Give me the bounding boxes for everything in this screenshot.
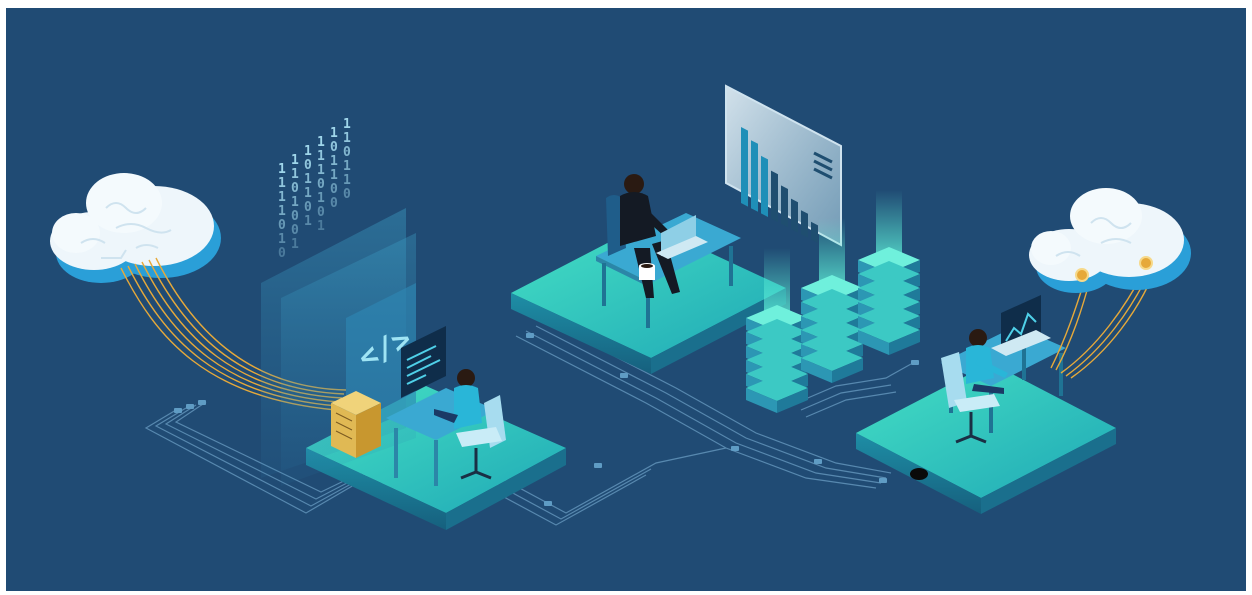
binary-digit: 1 [278,204,286,219]
dashboard-bar [751,140,758,212]
binary-digit: 1 [317,191,325,206]
binary-digit: 1 [343,117,351,132]
illustration-canvas: </> 1 1 1 1 0 1 0 1 1 0 1 0 0 1 1 0 1 1 … [6,8,1246,591]
binary-digit: 1 [291,153,299,168]
binary-digit: 1 [291,167,299,182]
binary-digit: 1 [291,195,299,210]
binary-digit: 0 [343,145,351,160]
binary-digit: 0 [278,246,286,261]
binary-digit: 1 [317,163,325,178]
binary-digit: 1 [317,149,325,164]
dashboard-bar [791,198,798,233]
binary-digit: 1 [291,237,299,252]
binary-digit: 1 [330,126,338,141]
binary-digit: 0 [291,223,299,238]
binary-digit: 0 [330,140,338,155]
binary-digit: 0 [291,209,299,224]
dashboard-bar [781,185,788,228]
binary-digit: 1 [304,144,312,159]
binary-digit: 1 [330,168,338,183]
scene-svg: </> 111101011010011011011110101101100110… [6,8,1246,591]
dashboard-bar [741,127,748,207]
port-hole [910,468,928,480]
binary-digit: 1 [278,232,286,247]
binary-digit: 1 [343,131,351,146]
binary-digit: 1 [330,154,338,169]
binary-digit: 0 [317,205,325,220]
binary-digit: 1 [304,186,312,201]
binary-digit: 1 [343,159,351,174]
binary-digit: 0 [304,158,312,173]
binary-digit: 1 [317,219,325,234]
binary-digit: 1 [343,173,351,188]
binary-digit: 1 [278,162,286,177]
binary-digit: 0 [330,182,338,197]
dashboard-bar [811,221,818,243]
binary-digit: 1 [317,135,325,150]
binary-digit: 0 [278,218,286,233]
binary-digit: 1 [304,214,312,229]
binary-digit: 0 [330,196,338,211]
server-unit [331,391,381,458]
binary-digit: 0 [291,181,299,196]
dashboard-bar [771,170,778,223]
binary-digit: 0 [304,200,312,215]
dashboard-bar [801,210,808,238]
binary-digit: 1 [304,172,312,187]
binary-digit: 1 [278,190,286,205]
dashboard-bar [761,155,768,217]
binary-digit: 1 [278,176,286,191]
binary-digit: 0 [343,187,351,202]
binary-digit: 0 [317,177,325,192]
